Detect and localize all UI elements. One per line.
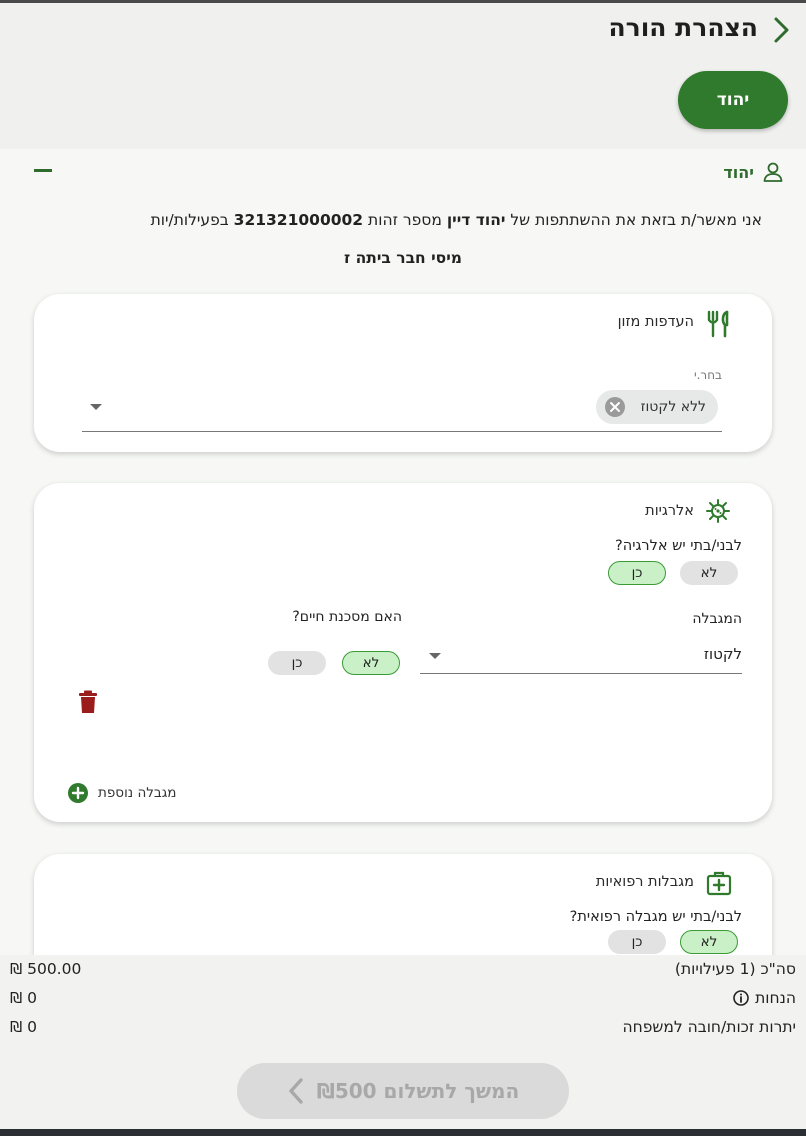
life-threat-yes-toggle[interactable]: כן bbox=[268, 651, 326, 675]
select-label: בחר.י bbox=[693, 368, 722, 382]
plus-circle-icon bbox=[68, 783, 88, 803]
allergies-title: אלרגיות bbox=[645, 503, 694, 519]
continue-to-payment-button[interactable]: המשך לתשלום ₪500 bbox=[237, 1063, 569, 1119]
id-label: מספר זהות bbox=[368, 211, 442, 229]
discounts-label-group: הנחות bbox=[733, 989, 796, 1007]
page-title: הצהרת הורה bbox=[608, 13, 759, 42]
total-value: 500.00 ₪ bbox=[10, 960, 82, 978]
total-row: סה"כ (1 פעילויות) 500.00 ₪ bbox=[0, 956, 806, 984]
trash-icon[interactable] bbox=[79, 690, 97, 714]
medical-restrictions-card: מגבלות רפואיות לבני/בתי יש מגבלה רפואית?… bbox=[34, 854, 772, 955]
child-selector-button[interactable]: יהוד bbox=[678, 71, 788, 129]
allergy-yes-toggle[interactable]: כן bbox=[608, 561, 666, 585]
food-chip[interactable]: ללא לקטוז bbox=[596, 390, 718, 424]
id-number: 321321000002 bbox=[233, 211, 364, 229]
info-icon[interactable] bbox=[733, 990, 749, 1006]
medical-no-toggle[interactable]: לא bbox=[680, 930, 738, 954]
medical-kit-icon bbox=[706, 871, 732, 896]
balance-value: 0 ₪ bbox=[10, 1018, 37, 1036]
discounts-row: הנחות 0 ₪ bbox=[0, 985, 806, 1013]
total-label: סה"כ (1 פעילויות) bbox=[674, 960, 796, 978]
chevron-down-icon[interactable] bbox=[90, 404, 102, 410]
medical-question: לבני/בתי יש מגבלה רפואית? bbox=[569, 909, 742, 925]
participant-name: יהוד דיין bbox=[446, 211, 506, 229]
declaration-suffix: בפעילות/יות bbox=[150, 211, 229, 229]
allergy-no-toggle[interactable]: לא bbox=[680, 561, 738, 585]
food-preferences-title: העדפות מזון bbox=[617, 314, 694, 330]
virus-icon bbox=[706, 499, 730, 523]
food-select-underline[interactable] bbox=[82, 431, 722, 432]
add-restriction-label: מגבלה נוספת bbox=[98, 785, 177, 801]
discounts-label: הנחות bbox=[755, 989, 796, 1007]
activity-name: מיסי חבר ביתה ז bbox=[344, 249, 462, 267]
chevron-right-icon[interactable] bbox=[772, 16, 792, 44]
restriction-label: המגבלה bbox=[692, 611, 742, 627]
remove-chip-icon[interactable] bbox=[604, 396, 626, 418]
restriction-select-underline[interactable] bbox=[420, 673, 742, 674]
medical-restrictions-title: מגבלות רפואיות bbox=[595, 874, 694, 890]
child-header: יהוד bbox=[723, 161, 784, 183]
child-name: יהוד bbox=[723, 162, 754, 182]
declaration-content: יהוד אני מאשר/ת בזאת את ההשתתפות של יהוד… bbox=[0, 149, 806, 955]
page-header: הצהרת הורה יהוד bbox=[0, 3, 806, 149]
chevron-down-icon[interactable] bbox=[429, 653, 441, 659]
food-preferences-card: העדפות מזון בחר.י ללא לקטוז bbox=[34, 294, 772, 452]
declaration-text: אני מאשר/ת בזאת את ההשתתפות של יהוד דיין… bbox=[32, 211, 762, 229]
bottom-bar bbox=[0, 1129, 806, 1136]
add-restriction-button[interactable]: מגבלה נוספת bbox=[68, 783, 176, 803]
restriction-value[interactable]: לקטוז bbox=[704, 645, 742, 663]
balance-row: יתרות זכות/חובה למשפחה 0 ₪ bbox=[0, 1014, 806, 1042]
allergies-card: אלרגיות לבני/בתי יש אלרגיה? לא כן המגבלה… bbox=[34, 483, 772, 822]
discounts-value: 0 ₪ bbox=[10, 989, 37, 1007]
collapse-icon[interactable] bbox=[34, 169, 52, 172]
declaration-prefix: אני מאשר/ת בזאת את ההשתתפות של bbox=[510, 211, 762, 229]
food-chip-label: ללא לקטוז bbox=[640, 399, 706, 415]
life-threat-question: האם מסכנת חיים? bbox=[292, 609, 402, 625]
person-icon bbox=[763, 162, 783, 182]
balance-label: יתרות זכות/חובה למשפחה bbox=[622, 1018, 796, 1036]
allergy-question: לבני/בתי יש אלרגיה? bbox=[615, 538, 742, 554]
medical-yes-toggle[interactable]: כן bbox=[608, 930, 666, 954]
chevron-left-icon bbox=[289, 1078, 303, 1104]
utensils-icon bbox=[707, 310, 729, 338]
continue-to-payment-label: המשך לתשלום ₪500 bbox=[316, 1079, 520, 1103]
life-threat-no-toggle[interactable]: לא bbox=[342, 651, 400, 675]
